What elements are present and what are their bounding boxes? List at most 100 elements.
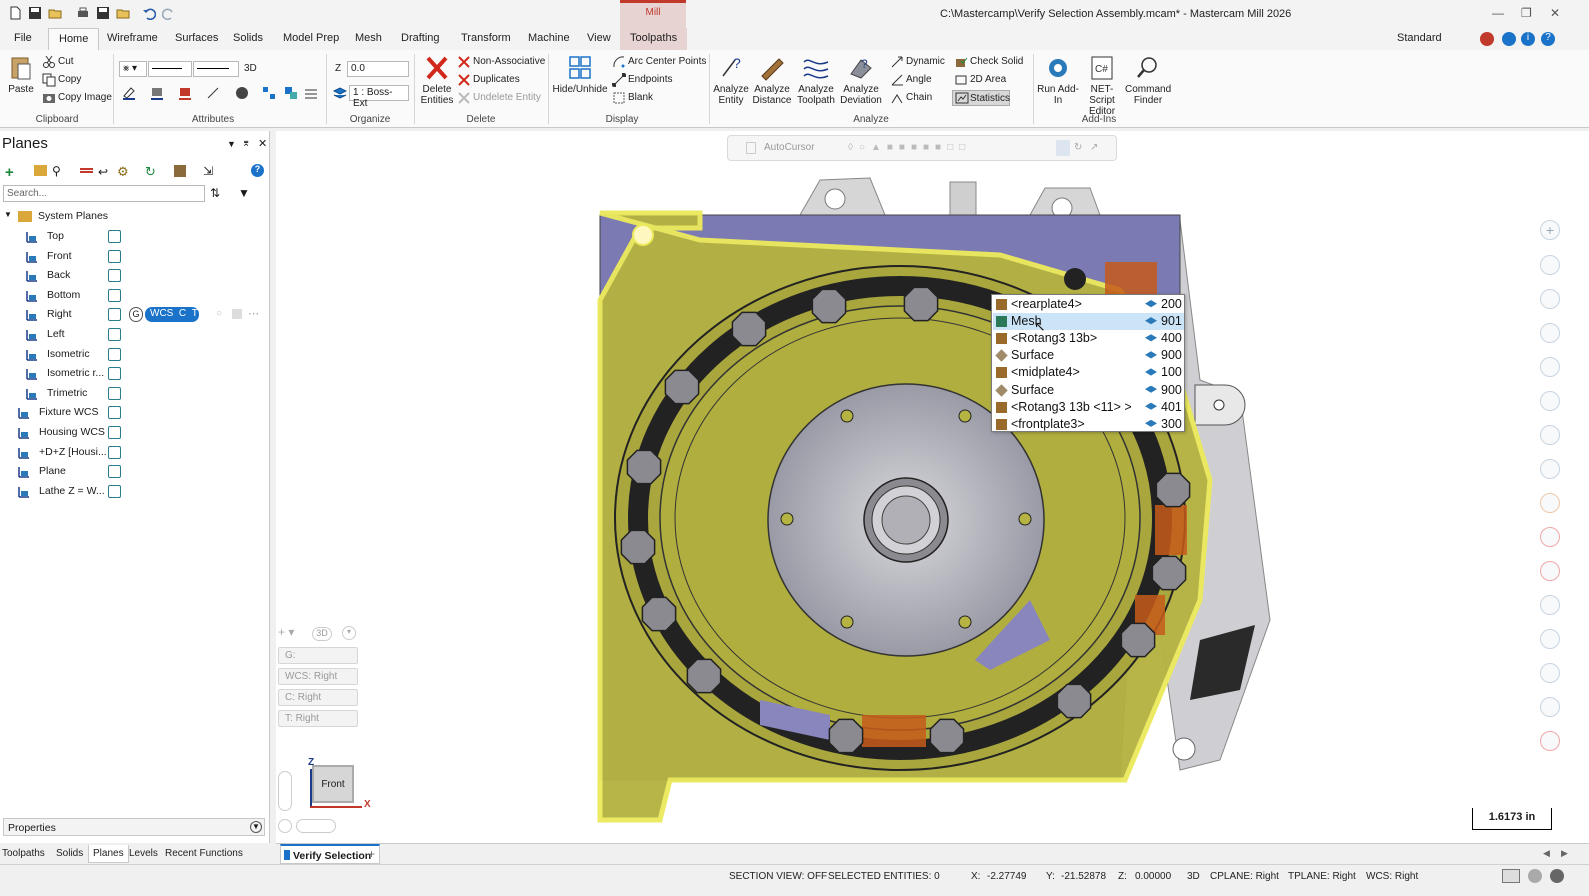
expand-chevron-icon[interactable]: ▼ <box>250 821 262 833</box>
shaded-display-icon[interactable] <box>1528 869 1542 883</box>
orange-surface[interactable] <box>862 715 926 747</box>
selection-item[interactable]: <Rotang3 13b> 400 <box>993 330 1184 347</box>
tab-recent-functions[interactable]: Recent Functions <box>165 848 243 859</box>
plane-sync-icon[interactable] <box>108 406 121 420</box>
check-solid-button[interactable]: Check Solid <box>970 56 1023 67</box>
collapse-chevron-icon[interactable]: ▼ <box>4 210 12 219</box>
tab-file[interactable]: File <box>14 32 32 44</box>
refresh-icon[interactable]: ↻ <box>1074 142 1082 153</box>
stock-icon[interactable] <box>1540 493 1560 513</box>
tab-model-prep[interactable]: Model Prep <box>283 32 339 44</box>
2d-area-button[interactable]: 2D Area <box>970 74 1006 85</box>
print-icon[interactable] <box>76 6 90 20</box>
plane-row[interactable]: +D+Z [Housi... <box>0 444 128 462</box>
tab-levels-manager[interactable]: Levels <box>129 848 158 859</box>
surface-color-icon[interactable] <box>178 86 192 100</box>
bolt-head[interactable] <box>1151 555 1187 591</box>
bolt-head[interactable] <box>1155 472 1191 508</box>
copy-button[interactable]: Copy <box>58 74 81 85</box>
tab-machine[interactable]: Machine <box>528 32 570 44</box>
gview-badge[interactable]: G <box>129 307 143 322</box>
side-ear-hole[interactable] <box>1213 399 1225 411</box>
axis-icon[interactable]: ⇲ <box>203 164 213 178</box>
render-display-icon[interactable] <box>1550 869 1564 883</box>
redo-icon[interactable] <box>162 6 176 20</box>
restore-icon[interactable]: ❐ <box>1521 6 1532 20</box>
layers-icon[interactable] <box>1540 663 1560 683</box>
user-icon[interactable] <box>1502 32 1516 46</box>
disc-hole[interactable] <box>780 512 794 526</box>
plane-sync-icon[interactable] <box>108 249 121 263</box>
tab-toolpaths-manager[interactable]: Toolpaths <box>2 848 45 859</box>
add-view-icon[interactable]: + ▾ <box>278 625 306 641</box>
tab-solids-manager[interactable]: Solids <box>56 848 83 859</box>
cplane-status[interactable]: CPLANE: Right <box>1210 871 1279 882</box>
plane-properties-icon[interactable] <box>232 309 242 319</box>
zoom-window-icon[interactable] <box>1540 255 1560 275</box>
bolt-head[interactable] <box>828 718 864 754</box>
plane-row[interactable]: Plane <box>0 463 128 481</box>
housing-hole[interactable] <box>1172 737 1196 761</box>
settings-gear-icon[interactable]: ⚙ <box>117 164 129 180</box>
minimize-icon[interactable]: — <box>1492 6 1504 20</box>
disc-hole[interactable] <box>840 615 854 629</box>
shade-icon[interactable] <box>1540 459 1560 479</box>
view-cube[interactable]: Z X Front <box>308 757 386 810</box>
angle-button[interactable]: Angle <box>906 74 932 85</box>
plane-search-input[interactable]: Search... <box>3 185 205 202</box>
chain-button[interactable]: Chain <box>906 92 932 103</box>
appearance-icon[interactable] <box>1540 561 1560 581</box>
clear-colors-icon[interactable] <box>262 86 276 100</box>
tab-surfaces[interactable]: Surfaces <box>175 32 218 44</box>
selection-item[interactable]: <midplate4> 100 <box>993 364 1184 381</box>
bolt-head[interactable] <box>686 658 722 694</box>
undelete-entity-button[interactable]: Undelete Entity <box>473 92 541 103</box>
save-as-icon[interactable] <box>96 6 110 20</box>
grid-icon[interactable] <box>304 86 318 100</box>
plane-sync-icon[interactable] <box>108 484 121 498</box>
selection-item[interactable]: Surface 900 <box>993 382 1184 399</box>
equals-icon[interactable] <box>80 168 93 173</box>
disc-hole[interactable] <box>958 409 972 423</box>
plane-row[interactable]: Housing WCS <box>0 424 128 442</box>
help-icon[interactable]: ? <box>1541 32 1555 46</box>
cube-view-icon[interactable] <box>1540 357 1560 377</box>
cancel-icon[interactable] <box>1540 731 1560 751</box>
solid-box-icon[interactable] <box>174 165 186 177</box>
cut-button[interactable]: Cut <box>58 56 74 67</box>
plane-sync-icon[interactable] <box>108 445 121 459</box>
analyze-deviation-button[interactable]: ? Analyze Deviation <box>838 54 884 106</box>
corner-hole[interactable] <box>632 224 654 246</box>
statistics-button[interactable]: Statistics <box>952 90 1010 106</box>
command-finder-button[interactable]: Command Finder <box>1125 54 1171 106</box>
tree-root[interactable]: ▼ System Planes <box>4 208 264 226</box>
blank-button[interactable]: Blank <box>628 92 653 103</box>
arc-center-points-button[interactable]: Arc Center Points <box>628 56 706 67</box>
plane-sync-icon[interactable] <box>108 288 121 302</box>
endpoints-button[interactable]: Endpoints <box>628 74 672 85</box>
selection-item[interactable]: <rearplate4> 200 <box>993 296 1184 313</box>
bolt-head[interactable] <box>641 596 677 632</box>
sort-icon[interactable]: ⇅ <box>210 186 220 200</box>
dynamic-button[interactable]: Dynamic <box>906 56 945 67</box>
disc-hole[interactable] <box>958 615 972 629</box>
plane-row[interactable]: Isometric <box>0 346 128 364</box>
net-script-editor-button[interactable]: C# NET-Script Editor <box>1079 54 1125 117</box>
workspace-select[interactable]: Standard <box>1397 32 1442 44</box>
plane-sync-icon[interactable] <box>108 328 121 341</box>
bolt-head[interactable] <box>1056 683 1092 719</box>
reset-icon[interactable]: ↩ <box>98 165 108 179</box>
fit-icon[interactable] <box>1540 289 1560 309</box>
plane-sync-icon[interactable] <box>108 269 121 283</box>
new-file-icon[interactable] <box>8 6 22 20</box>
sync-icon[interactable]: ↻ <box>145 164 156 180</box>
plane-row[interactable]: Fixture WCS <box>0 404 128 422</box>
scroll-right-icon[interactable]: ▶ <box>1561 848 1568 859</box>
material-icon[interactable] <box>235 86 249 100</box>
close-icon[interactable]: ✕ <box>1550 6 1560 20</box>
tab-mesh[interactable]: Mesh <box>355 32 382 44</box>
plane-row[interactable]: Front <box>0 248 128 266</box>
line-width-select[interactable] <box>193 61 239 77</box>
wcs-status[interactable]: WCS: Right <box>1366 871 1418 882</box>
selection-item[interactable]: <Rotang3 13b <11> > 401 <box>993 399 1184 416</box>
